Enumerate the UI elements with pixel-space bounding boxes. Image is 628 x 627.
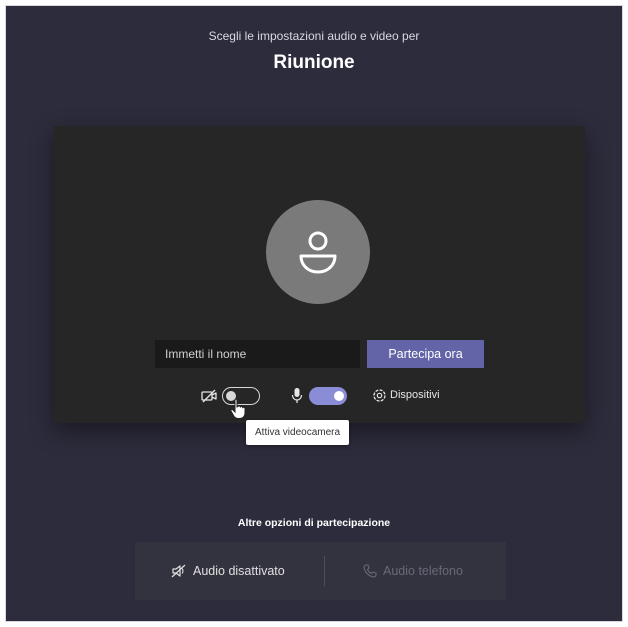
camera-off-icon: [201, 389, 217, 403]
meeting-prejoin-screen: Scegli le impostazioni audio e video per…: [5, 5, 623, 622]
header-subtitle: Scegli le impostazioni audio e video per: [208, 29, 420, 43]
speaker-off-icon: [171, 564, 186, 578]
person-icon: [299, 231, 337, 274]
phone-audio-option[interactable]: Audio telefono: [363, 542, 463, 600]
join-now-button[interactable]: Partecipa ora: [367, 340, 484, 368]
microphone-toggle-knob: [334, 391, 344, 401]
microphone-toggle[interactable]: [309, 387, 347, 405]
name-input[interactable]: [155, 340, 360, 368]
hand-cursor-icon: [230, 398, 246, 419]
audio-off-option[interactable]: Audio disattivato: [171, 542, 285, 600]
video-preview: Partecipa ora Dispositivi: [54, 126, 585, 423]
devices-button[interactable]: Dispositivi: [390, 389, 440, 401]
other-options-title: Altre opzioni di partecipazione: [237, 517, 391, 529]
phone-icon: [363, 564, 377, 578]
avatar: [266, 200, 370, 304]
media-controls: Dispositivi: [54, 382, 585, 408]
other-join-options: Audio disattivato Audio telefono: [135, 542, 506, 600]
camera-tooltip: Attiva videocamera: [246, 420, 350, 445]
meeting-title: Riunione: [273, 52, 355, 73]
phone-audio-label: Audio telefono: [383, 564, 463, 578]
options-divider: [324, 556, 325, 586]
audio-off-label: Audio disattivato: [193, 564, 285, 578]
microphone-icon: [291, 388, 303, 403]
gear-icon[interactable]: [372, 388, 387, 403]
